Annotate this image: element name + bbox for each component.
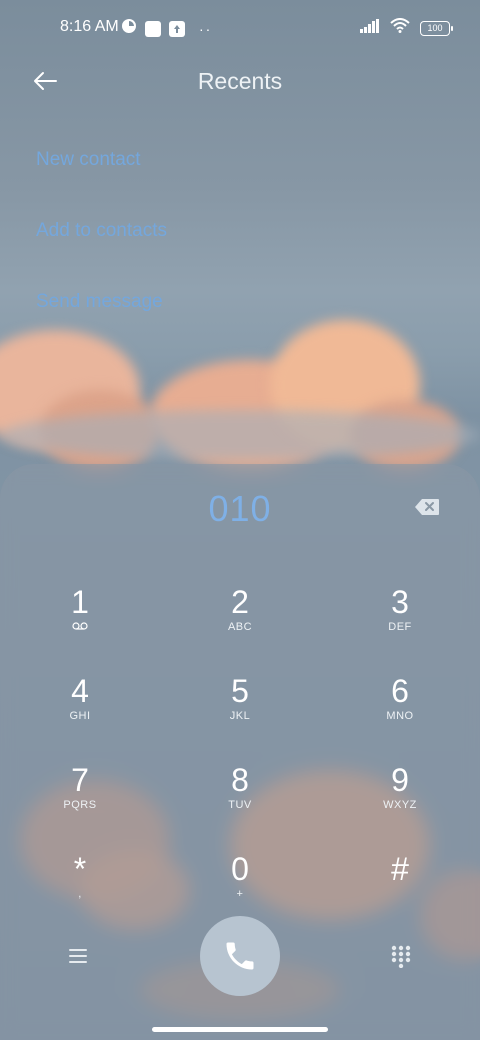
key-digit: 0 xyxy=(231,851,249,887)
key-letters: DEF xyxy=(388,621,412,633)
key-letters: ABC xyxy=(227,621,253,633)
key-2[interactable]: 2 ABC xyxy=(180,584,300,664)
key-digit: 9 xyxy=(391,762,409,798)
key-7[interactable]: 7 PQRS xyxy=(20,762,140,842)
key-digit: 2 xyxy=(231,584,249,620)
square-icon xyxy=(145,20,161,37)
key-digit: 8 xyxy=(231,762,249,798)
status-bar: 8:16 AM ·· 100 xyxy=(0,0,480,56)
battery-icon: 100 xyxy=(420,20,453,36)
key-1[interactable]: 1 xyxy=(20,584,140,664)
key-letters: PQRS xyxy=(63,799,97,811)
backspace-icon xyxy=(415,499,439,515)
key-digit: 6 xyxy=(391,673,409,709)
key-4[interactable]: 4 GHI xyxy=(20,673,140,753)
page-title: Recents xyxy=(197,68,283,94)
key-letters: WXYZ xyxy=(383,799,417,811)
backspace-button[interactable] xyxy=(414,498,440,516)
dialed-number[interactable]: 010 xyxy=(0,488,480,530)
signal-icon xyxy=(360,18,380,38)
key-3[interactable]: 3 DEF xyxy=(340,584,460,664)
upload-icon xyxy=(169,20,185,37)
wifi-icon xyxy=(390,18,410,38)
home-indicator[interactable] xyxy=(152,1027,328,1032)
call-button[interactable] xyxy=(200,916,280,996)
key-digit: * xyxy=(73,851,87,887)
notification-icon xyxy=(121,18,137,39)
key-digit: 7 xyxy=(71,762,89,798)
key-digit: 5 xyxy=(231,673,249,709)
key-letters: + xyxy=(236,888,244,900)
action-menu: New contact Add to contacts Send message xyxy=(36,146,167,359)
key-digit: 3 xyxy=(391,584,409,620)
new-contact-button[interactable]: New contact xyxy=(36,146,167,217)
keypad-icon xyxy=(391,945,411,969)
key-6[interactable]: 6 MNO xyxy=(340,673,460,753)
more-dots-icon: ·· xyxy=(199,20,213,37)
key-letters: JKL xyxy=(229,710,251,722)
key-5[interactable]: 5 JKL xyxy=(180,673,300,753)
menu-button[interactable] xyxy=(66,946,90,966)
dialpad-panel: 010 1 2 ABC 3 DEF 4 GHI 5 JKL 6 MNO 7 PQ… xyxy=(0,464,480,1040)
key-letters: , xyxy=(78,888,82,900)
status-time: 8:16 AM xyxy=(60,18,119,35)
key-letters: GHI xyxy=(69,710,91,722)
key-digit: 4 xyxy=(71,673,89,709)
key-letters: MNO xyxy=(386,710,414,722)
status-icons-left: ·· xyxy=(121,18,212,39)
hide-keypad-button[interactable] xyxy=(390,944,412,969)
phone-icon xyxy=(226,942,254,970)
hamburger-menu-icon xyxy=(69,949,87,963)
dialpad-actions xyxy=(0,916,480,996)
voicemail-icon xyxy=(20,620,140,634)
status-icons-right: 100 xyxy=(360,18,453,38)
key-8[interactable]: 8 TUV xyxy=(180,762,300,842)
add-to-contacts-button[interactable]: Add to contacts xyxy=(36,217,167,288)
key-letters: TUV xyxy=(228,799,252,811)
key-digit: 1 xyxy=(71,584,89,620)
key-digit: # xyxy=(391,851,409,887)
header: Recents xyxy=(0,56,480,106)
key-9[interactable]: 9 WXYZ xyxy=(340,762,460,842)
send-message-button[interactable]: Send message xyxy=(36,288,167,359)
